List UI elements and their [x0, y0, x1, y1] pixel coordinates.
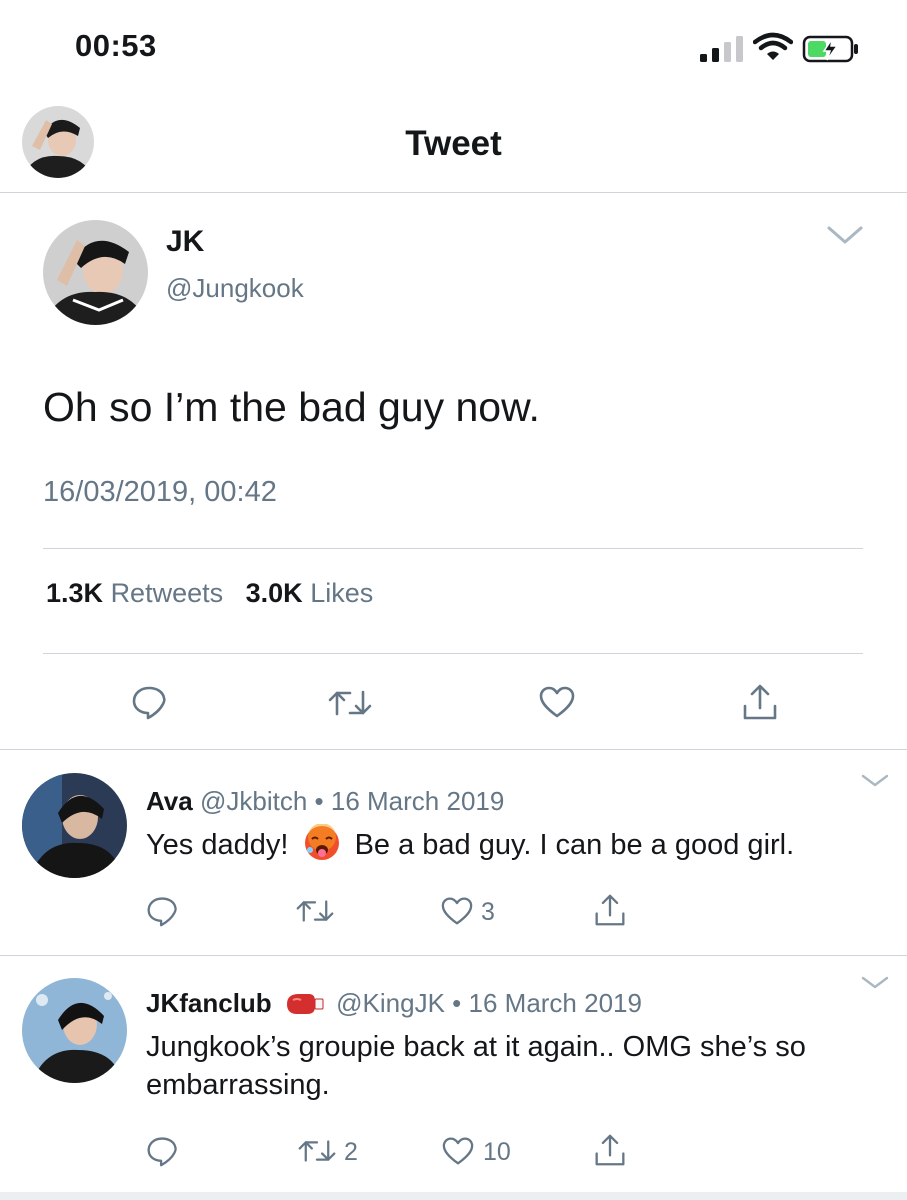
- like-count: 10: [483, 1138, 511, 1166]
- reply-icon[interactable]: [146, 895, 178, 927]
- retweet-count: 2: [344, 1138, 358, 1166]
- chevron-down-icon[interactable]: [826, 224, 864, 248]
- divider: [0, 955, 907, 956]
- divider: [43, 548, 863, 549]
- reply-avatar[interactable]: [22, 773, 127, 878]
- separator-dot: •: [314, 786, 324, 816]
- reply-icon[interactable]: [146, 1135, 178, 1167]
- reply-author-name[interactable]: JKfanclub: [146, 988, 272, 1018]
- boxing-glove-emoji-icon: [286, 994, 324, 1014]
- reply-author-handle[interactable]: @KingJK: [336, 988, 445, 1018]
- page-title: Tweet: [405, 124, 502, 163]
- retweet-icon[interactable]: [298, 1138, 336, 1164]
- share-icon[interactable]: [594, 892, 626, 928]
- reply-text-part: Yes daddy!: [146, 829, 289, 861]
- reply-date[interactable]: 16 March 2019: [469, 988, 642, 1018]
- divider: [0, 192, 907, 193]
- reply-text-part: Be a bad guy. I can be a good girl.: [354, 829, 795, 861]
- like-count: 3: [481, 898, 495, 926]
- divider: [43, 653, 863, 654]
- like-icon[interactable]: [440, 896, 474, 926]
- reply-text: Jungkook’s groupie back at it again.. OM…: [146, 1031, 806, 1101]
- retweet-icon[interactable]: [296, 898, 334, 924]
- hot-face-emoji-icon: [304, 823, 339, 860]
- divider: [0, 749, 907, 750]
- cellular-signal-icon: [700, 36, 743, 62]
- reply-text: Yes daddy! Be a bad guy. I can be a good…: [146, 823, 795, 864]
- author-handle[interactable]: @Jungkook: [166, 273, 304, 304]
- like-label[interactable]: Likes: [310, 578, 373, 608]
- retweet-label[interactable]: Retweets: [111, 578, 224, 608]
- retweet-count[interactable]: 1.3K: [46, 578, 103, 608]
- share-icon[interactable]: [742, 682, 778, 722]
- author-name[interactable]: JK: [166, 225, 204, 259]
- retweet-icon[interactable]: [328, 688, 372, 718]
- reply-icon[interactable]: [131, 684, 167, 720]
- reply-date[interactable]: 16 March 2019: [331, 786, 504, 816]
- status-time: 00:53: [75, 28, 157, 63]
- tweet-text: Oh so I’m the bad guy now.: [43, 384, 540, 430]
- battery-charging-icon: [802, 35, 858, 63]
- reply-header: Ava @Jkbitch • 16 March 2019: [146, 786, 504, 817]
- author-avatar[interactable]: [43, 220, 148, 325]
- share-icon[interactable]: [594, 1132, 626, 1168]
- chevron-down-icon[interactable]: [860, 974, 890, 992]
- bottom-divider: [0, 1192, 907, 1200]
- reply-author-handle[interactable]: @Jkbitch: [200, 786, 307, 816]
- reply-header: JKfanclub @KingJK • 16 March 2019: [146, 988, 642, 1019]
- reply-avatar[interactable]: [22, 978, 127, 1083]
- like-icon[interactable]: [538, 685, 576, 719]
- separator-dot: •: [452, 988, 462, 1018]
- reply-author-name[interactable]: Ava: [146, 786, 193, 816]
- wifi-icon: [753, 32, 793, 60]
- chevron-down-icon[interactable]: [860, 772, 890, 790]
- tweet-timestamp: 16/03/2019, 00:42: [43, 476, 277, 508]
- tweet-stats: 1.3K Retweets 3.0K Likes: [46, 578, 373, 609]
- like-count[interactable]: 3.0K: [246, 578, 303, 608]
- like-icon[interactable]: [441, 1136, 475, 1166]
